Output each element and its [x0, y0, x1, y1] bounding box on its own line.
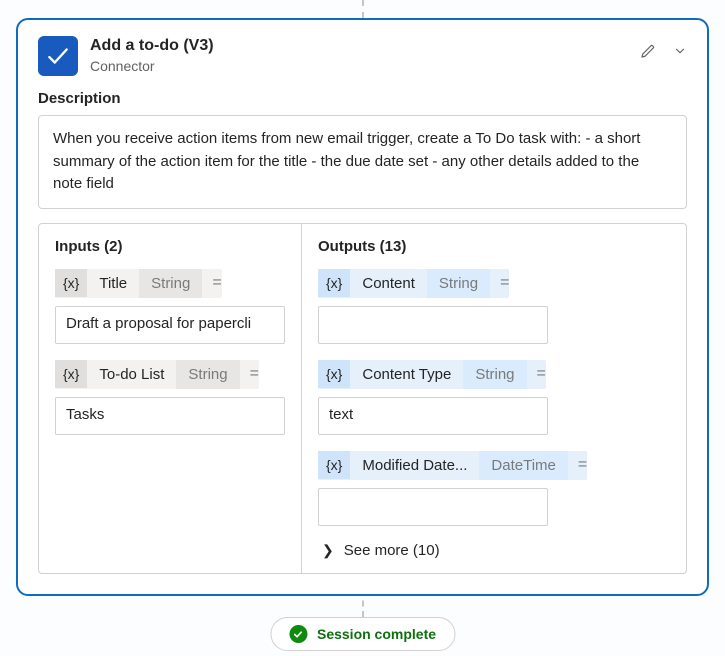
edit-button[interactable]	[639, 42, 657, 65]
card-header: Add a to-do (V3) Connector	[38, 36, 687, 76]
check-circle-icon	[289, 625, 307, 643]
param-type: String	[139, 269, 202, 298]
see-more-label: See more (10)	[344, 542, 440, 559]
chevron-right-icon: ❯	[322, 542, 334, 559]
equals-sign: =	[250, 365, 259, 383]
todo-connector-icon	[38, 36, 78, 76]
param-type: DateTime	[479, 451, 567, 480]
equals-sign: =	[537, 365, 546, 383]
output-param-row[interactable]: {x} Modified Date... DateTime =	[318, 451, 587, 480]
output-param-row[interactable]: {x} Content Type String =	[318, 360, 546, 389]
param-name: To-do List	[87, 360, 176, 389]
card-subtitle: Connector	[90, 57, 627, 75]
fx-icon: {x}	[55, 269, 87, 297]
status-text: Session complete	[317, 626, 436, 642]
equals-sign: =	[500, 274, 509, 292]
see-more-button[interactable]: ❯ See more (10)	[318, 542, 670, 559]
action-card: Add a to-do (V3) Connector Description W…	[16, 18, 709, 596]
output-value[interactable]	[318, 488, 548, 526]
output-value[interactable]	[318, 306, 548, 344]
io-grid: Inputs (2) {x} Title String = Draft a pr…	[38, 223, 687, 574]
input-value[interactable]: Draft a proposal for papercli	[55, 306, 285, 344]
fx-icon: {x}	[318, 451, 350, 479]
param-name: Title	[87, 269, 139, 298]
input-param-row[interactable]: {x} To-do List String =	[55, 360, 259, 389]
card-title: Add a to-do (V3)	[90, 36, 627, 57]
inputs-heading: Inputs (2)	[55, 238, 285, 255]
fx-icon: {x}	[55, 360, 87, 388]
fx-icon: {x}	[318, 269, 350, 297]
description-label: Description	[38, 90, 687, 107]
inputs-column: Inputs (2) {x} Title String = Draft a pr…	[39, 224, 302, 573]
canvas-connector-line-top	[362, 0, 364, 18]
param-type: String	[176, 360, 239, 389]
param-name: Content Type	[350, 360, 463, 389]
equals-sign: =	[578, 456, 587, 474]
outputs-heading: Outputs (13)	[318, 238, 670, 255]
outputs-column: Outputs (13) {x} Content String = {x} Co…	[302, 224, 686, 573]
session-status-pill: Session complete	[270, 617, 455, 651]
card-title-block: Add a to-do (V3) Connector	[90, 36, 627, 75]
fx-icon: {x}	[318, 360, 350, 388]
output-param-row[interactable]: {x} Content String =	[318, 269, 509, 298]
param-type: String	[427, 269, 490, 298]
input-value[interactable]: Tasks	[55, 397, 285, 435]
equals-sign: =	[212, 274, 221, 292]
input-param-row[interactable]: {x} Title String =	[55, 269, 222, 298]
collapse-chevron-icon[interactable]	[673, 44, 687, 63]
param-name: Modified Date...	[350, 451, 479, 480]
param-type: String	[463, 360, 526, 389]
header-actions	[639, 42, 687, 65]
output-value[interactable]: text	[318, 397, 548, 435]
description-text: When you receive action items from new e…	[38, 115, 687, 209]
param-name: Content	[350, 269, 427, 298]
